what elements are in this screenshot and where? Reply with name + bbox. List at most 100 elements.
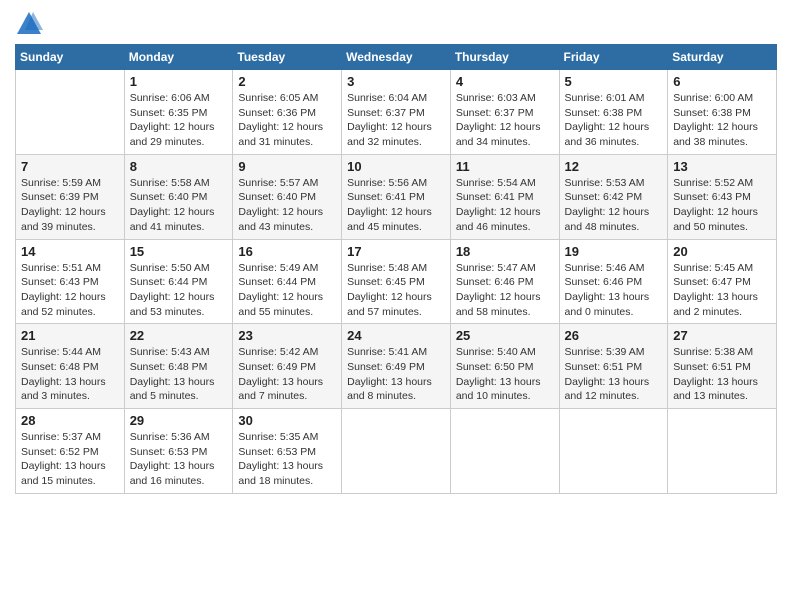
day-number: 30 (238, 413, 336, 428)
calendar-day-cell: 1 Sunrise: 6:06 AM Sunset: 6:35 PM Daylig… (124, 70, 233, 155)
day-number: 1 (130, 74, 228, 89)
day-number: 28 (21, 413, 119, 428)
day-info: Sunrise: 5:37 AM Sunset: 6:52 PM Dayligh… (21, 430, 119, 489)
calendar-day-cell: 26 Sunrise: 5:39 AM Sunset: 6:51 PM Dayli… (559, 324, 668, 409)
day-number: 11 (456, 159, 554, 174)
calendar-day-cell: 13 Sunrise: 5:52 AM Sunset: 6:43 PM Dayli… (668, 154, 777, 239)
calendar-day-cell: 5 Sunrise: 6:01 AM Sunset: 6:38 PM Daylig… (559, 70, 668, 155)
day-number: 7 (21, 159, 119, 174)
calendar-week-row: 21Sunrise: 5:44 AM Sunset: 6:48 PM Dayli… (16, 324, 777, 409)
calendar-day-cell: 11 Sunrise: 5:54 AM Sunset: 6:41 PM Dayli… (450, 154, 559, 239)
day-number: 26 (565, 328, 663, 343)
day-info: Sunrise: 6:05 AM Sunset: 6:36 PM Dayligh… (238, 91, 336, 150)
weekday-header: Tuesday (233, 45, 342, 70)
day-info: Sunrise: 5:35 AM Sunset: 6:53 PM Dayligh… (238, 430, 336, 489)
calendar-day-cell: 18Sunrise: 5:47 AM Sunset: 6:46 PM Dayli… (450, 239, 559, 324)
calendar-day-cell (16, 70, 125, 155)
calendar-day-cell (342, 409, 451, 494)
calendar-day-cell: 4 Sunrise: 6:03 AM Sunset: 6:37 PM Daylig… (450, 70, 559, 155)
weekday-header: Friday (559, 45, 668, 70)
day-info: Sunrise: 5:38 AM Sunset: 6:51 PM Dayligh… (673, 345, 771, 404)
day-number: 2 (238, 74, 336, 89)
calendar-day-cell: 28 Sunrise: 5:37 AM Sunset: 6:52 PM Dayli… (16, 409, 125, 494)
calendar-day-cell: 12 Sunrise: 5:53 AM Sunset: 6:42 PM Dayli… (559, 154, 668, 239)
calendar-day-cell: 21Sunrise: 5:44 AM Sunset: 6:48 PM Dayli… (16, 324, 125, 409)
day-info: Sunrise: 5:39 AM Sunset: 6:51 PM Dayligh… (565, 345, 663, 404)
day-info: Sunrise: 6:06 AM Sunset: 6:35 PM Dayligh… (130, 91, 228, 150)
weekday-header: Saturday (668, 45, 777, 70)
day-info: Sunrise: 5:47 AM Sunset: 6:46 PM Dayligh… (456, 261, 554, 320)
day-info: Sunrise: 5:57 AM Sunset: 6:40 PM Dayligh… (238, 176, 336, 235)
day-info: Sunrise: 5:36 AM Sunset: 6:53 PM Dayligh… (130, 430, 228, 489)
day-info: Sunrise: 5:53 AM Sunset: 6:42 PM Dayligh… (565, 176, 663, 235)
day-info: Sunrise: 5:52 AM Sunset: 6:43 PM Dayligh… (673, 176, 771, 235)
calendar-day-cell: 30 Sunrise: 5:35 AM Sunset: 6:53 PM Dayli… (233, 409, 342, 494)
day-number: 13 (673, 159, 771, 174)
day-info: Sunrise: 5:56 AM Sunset: 6:41 PM Dayligh… (347, 176, 445, 235)
calendar-day-cell: 27Sunrise: 5:38 AM Sunset: 6:51 PM Dayli… (668, 324, 777, 409)
day-info: Sunrise: 5:49 AM Sunset: 6:44 PM Dayligh… (238, 261, 336, 320)
calendar-day-cell (668, 409, 777, 494)
weekday-header: Monday (124, 45, 233, 70)
calendar-day-cell (450, 409, 559, 494)
calendar-day-cell: 14 Sunrise: 5:51 AM Sunset: 6:43 PM Dayli… (16, 239, 125, 324)
day-number: 5 (565, 74, 663, 89)
calendar-day-cell: 10 Sunrise: 5:56 AM Sunset: 6:41 PM Dayli… (342, 154, 451, 239)
calendar-day-cell: 24 Sunrise: 5:41 AM Sunset: 6:49 PM Dayli… (342, 324, 451, 409)
calendar-day-cell: 3 Sunrise: 6:04 AM Sunset: 6:37 PM Daylig… (342, 70, 451, 155)
calendar-day-cell: 2 Sunrise: 6:05 AM Sunset: 6:36 PM Daylig… (233, 70, 342, 155)
day-number: 21 (21, 328, 119, 343)
day-info: Sunrise: 5:51 AM Sunset: 6:43 PM Dayligh… (21, 261, 119, 320)
day-info: Sunrise: 5:58 AM Sunset: 6:40 PM Dayligh… (130, 176, 228, 235)
calendar-day-cell: 7 Sunrise: 5:59 AM Sunset: 6:39 PM Daylig… (16, 154, 125, 239)
day-number: 24 (347, 328, 445, 343)
day-number: 22 (130, 328, 228, 343)
day-number: 19 (565, 244, 663, 259)
day-info: Sunrise: 5:50 AM Sunset: 6:44 PM Dayligh… (130, 261, 228, 320)
calendar-day-cell: 17Sunrise: 5:48 AM Sunset: 6:45 PM Dayli… (342, 239, 451, 324)
day-number: 10 (347, 159, 445, 174)
day-number: 3 (347, 74, 445, 89)
calendar-day-cell: 15 Sunrise: 5:50 AM Sunset: 6:44 PM Dayli… (124, 239, 233, 324)
calendar-table: SundayMondayTuesdayWednesdayThursdayFrid… (15, 44, 777, 494)
day-number: 15 (130, 244, 228, 259)
calendar-day-cell: 8 Sunrise: 5:58 AM Sunset: 6:40 PM Daylig… (124, 154, 233, 239)
day-info: Sunrise: 5:54 AM Sunset: 6:41 PM Dayligh… (456, 176, 554, 235)
logo-icon (15, 10, 43, 38)
calendar-day-cell: 22Sunrise: 5:43 AM Sunset: 6:48 PM Dayli… (124, 324, 233, 409)
day-number: 9 (238, 159, 336, 174)
weekday-header: Thursday (450, 45, 559, 70)
day-info: Sunrise: 5:59 AM Sunset: 6:39 PM Dayligh… (21, 176, 119, 235)
header (15, 10, 777, 38)
weekday-header: Wednesday (342, 45, 451, 70)
day-info: Sunrise: 5:40 AM Sunset: 6:50 PM Dayligh… (456, 345, 554, 404)
calendar-day-cell: 29Sunrise: 5:36 AM Sunset: 6:53 PM Dayli… (124, 409, 233, 494)
day-info: Sunrise: 6:01 AM Sunset: 6:38 PM Dayligh… (565, 91, 663, 150)
day-number: 16 (238, 244, 336, 259)
calendar-day-cell: 25 Sunrise: 5:40 AM Sunset: 6:50 PM Dayli… (450, 324, 559, 409)
day-number: 14 (21, 244, 119, 259)
day-number: 17 (347, 244, 445, 259)
day-info: Sunrise: 5:42 AM Sunset: 6:49 PM Dayligh… (238, 345, 336, 404)
calendar-day-cell (559, 409, 668, 494)
calendar-day-cell: 20 Sunrise: 5:45 AM Sunset: 6:47 PM Dayli… (668, 239, 777, 324)
day-number: 8 (130, 159, 228, 174)
calendar-week-row: 7 Sunrise: 5:59 AM Sunset: 6:39 PM Daylig… (16, 154, 777, 239)
day-number: 25 (456, 328, 554, 343)
day-info: Sunrise: 6:04 AM Sunset: 6:37 PM Dayligh… (347, 91, 445, 150)
logo (15, 10, 47, 38)
day-info: Sunrise: 5:46 AM Sunset: 6:46 PM Dayligh… (565, 261, 663, 320)
day-number: 12 (565, 159, 663, 174)
day-number: 20 (673, 244, 771, 259)
calendar-day-cell: 19 Sunrise: 5:46 AM Sunset: 6:46 PM Dayli… (559, 239, 668, 324)
day-number: 4 (456, 74, 554, 89)
day-info: Sunrise: 5:41 AM Sunset: 6:49 PM Dayligh… (347, 345, 445, 404)
day-info: Sunrise: 6:03 AM Sunset: 6:37 PM Dayligh… (456, 91, 554, 150)
calendar-day-cell: 16 Sunrise: 5:49 AM Sunset: 6:44 PM Dayli… (233, 239, 342, 324)
day-info: Sunrise: 5:45 AM Sunset: 6:47 PM Dayligh… (673, 261, 771, 320)
calendar-week-row: 14 Sunrise: 5:51 AM Sunset: 6:43 PM Dayli… (16, 239, 777, 324)
calendar-day-cell: 6 Sunrise: 6:00 AM Sunset: 6:38 PM Daylig… (668, 70, 777, 155)
day-number: 6 (673, 74, 771, 89)
weekday-header: Sunday (16, 45, 125, 70)
day-info: Sunrise: 6:00 AM Sunset: 6:38 PM Dayligh… (673, 91, 771, 150)
